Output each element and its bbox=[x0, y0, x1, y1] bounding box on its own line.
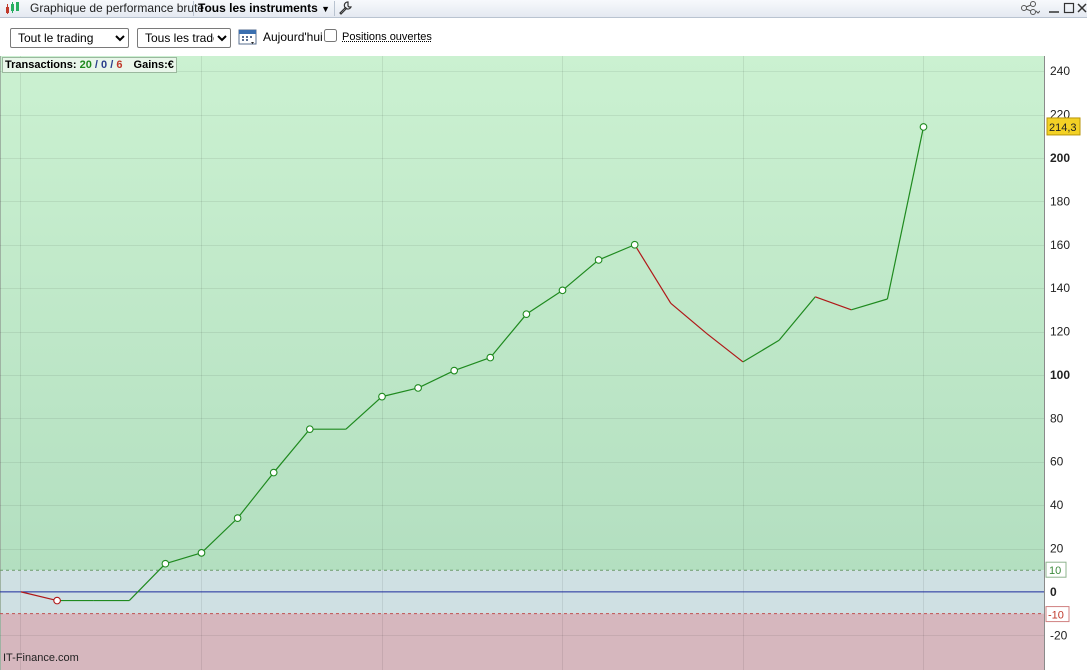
losses-count: 6 bbox=[116, 59, 123, 71]
data-point bbox=[161, 559, 170, 568]
minimize-icon[interactable] bbox=[1048, 1, 1060, 18]
slash-1: / bbox=[94, 59, 98, 71]
transactions-summary: Transactions: 20 / 0 / 6 Gains:€ bbox=[2, 57, 177, 73]
data-point bbox=[414, 384, 422, 392]
gain-zone bbox=[0, 56, 1044, 571]
upper-threshold-tag: 10 bbox=[1045, 561, 1067, 578]
instruments-dropdown[interactable]: Tous les instruments ▼ bbox=[198, 0, 330, 17]
gains-label: Gains: bbox=[133, 59, 168, 71]
data-point bbox=[233, 514, 242, 522]
data-point bbox=[450, 366, 459, 375]
wrench-icon[interactable] bbox=[339, 1, 353, 18]
data-point bbox=[919, 123, 928, 131]
data-point bbox=[522, 310, 531, 319]
wins-count: 20 bbox=[79, 59, 92, 71]
last-value-tag: 214,3 bbox=[1046, 117, 1081, 136]
lower-threshold-tag: -10 bbox=[1045, 606, 1070, 623]
chart-toolbar: Tout le trading Tous les trades Aujourd'… bbox=[0, 18, 1087, 57]
watermark: IT-Finance.com bbox=[3, 652, 79, 664]
y-tick-label: 240 bbox=[1050, 64, 1070, 78]
y-tick-label: 40 bbox=[1050, 498, 1064, 512]
y-tick-label: 80 bbox=[1050, 411, 1064, 425]
y-tick-label: 20 bbox=[1050, 542, 1064, 556]
y-tick-label: 120 bbox=[1050, 325, 1070, 339]
trades-select[interactable]: Tous les trades bbox=[137, 28, 231, 48]
upper-threshold-tag-label: 10 bbox=[1049, 565, 1061, 577]
data-point bbox=[558, 286, 567, 295]
y-tick-label: 200 bbox=[1050, 151, 1070, 165]
neutral-count: 0 bbox=[101, 59, 108, 71]
last-value-tag-label: 214,3 bbox=[1049, 122, 1077, 134]
calendar-icon[interactable] bbox=[238, 27, 258, 50]
slash-2: / bbox=[110, 59, 114, 71]
data-point bbox=[630, 240, 639, 249]
performance-chart: -20 0 20 40 60 80 100 120 140 160 180 200 220 240 10 -1… bbox=[0, 56, 1087, 670]
instruments-label: Tous les instruments bbox=[198, 1, 318, 15]
transactions-label: Transactions: bbox=[5, 59, 77, 71]
window-title: Graphique de performance brute bbox=[30, 1, 205, 15]
y-tick-label: 60 bbox=[1050, 455, 1064, 469]
data-point bbox=[305, 425, 314, 434]
maximize-icon[interactable] bbox=[1063, 1, 1075, 18]
y-tick-label: 100 bbox=[1050, 368, 1070, 382]
y-tick-label: 0 bbox=[1050, 585, 1057, 599]
gains-unit: € bbox=[167, 59, 174, 71]
loss-zone bbox=[0, 613, 1044, 670]
data-point bbox=[53, 596, 61, 605]
data-point bbox=[378, 392, 386, 401]
open-positions-checkbox[interactable] bbox=[324, 29, 337, 42]
share-icon[interactable] bbox=[1020, 1, 1041, 18]
scope-select[interactable]: Tout le trading bbox=[10, 28, 129, 48]
open-positions-label[interactable]: Positions ouvertes bbox=[342, 31, 432, 43]
y-axis-background bbox=[1044, 56, 1087, 670]
data-point bbox=[486, 353, 495, 362]
data-point bbox=[594, 256, 603, 264]
chevron-down-icon: ▼ bbox=[321, 4, 331, 14]
y-tick-label: -20 bbox=[1050, 628, 1068, 642]
y-tick-label: 160 bbox=[1050, 238, 1070, 252]
performance-chart-svg: -2002040608010012014016018020022024010-1… bbox=[0, 56, 1087, 670]
data-point bbox=[269, 468, 278, 477]
y-tick-label: 140 bbox=[1050, 281, 1070, 295]
close-icon[interactable] bbox=[1077, 1, 1087, 18]
y-tick-label: 180 bbox=[1050, 194, 1070, 208]
title-bar: Graphique de performance brute Tous les … bbox=[0, 0, 1087, 18]
chart-app-icon bbox=[5, 1, 21, 18]
today-label[interactable]: Aujourd'hui bbox=[263, 30, 323, 44]
data-point bbox=[197, 548, 206, 557]
lower-threshold-tag-label: -10 bbox=[1048, 610, 1064, 622]
